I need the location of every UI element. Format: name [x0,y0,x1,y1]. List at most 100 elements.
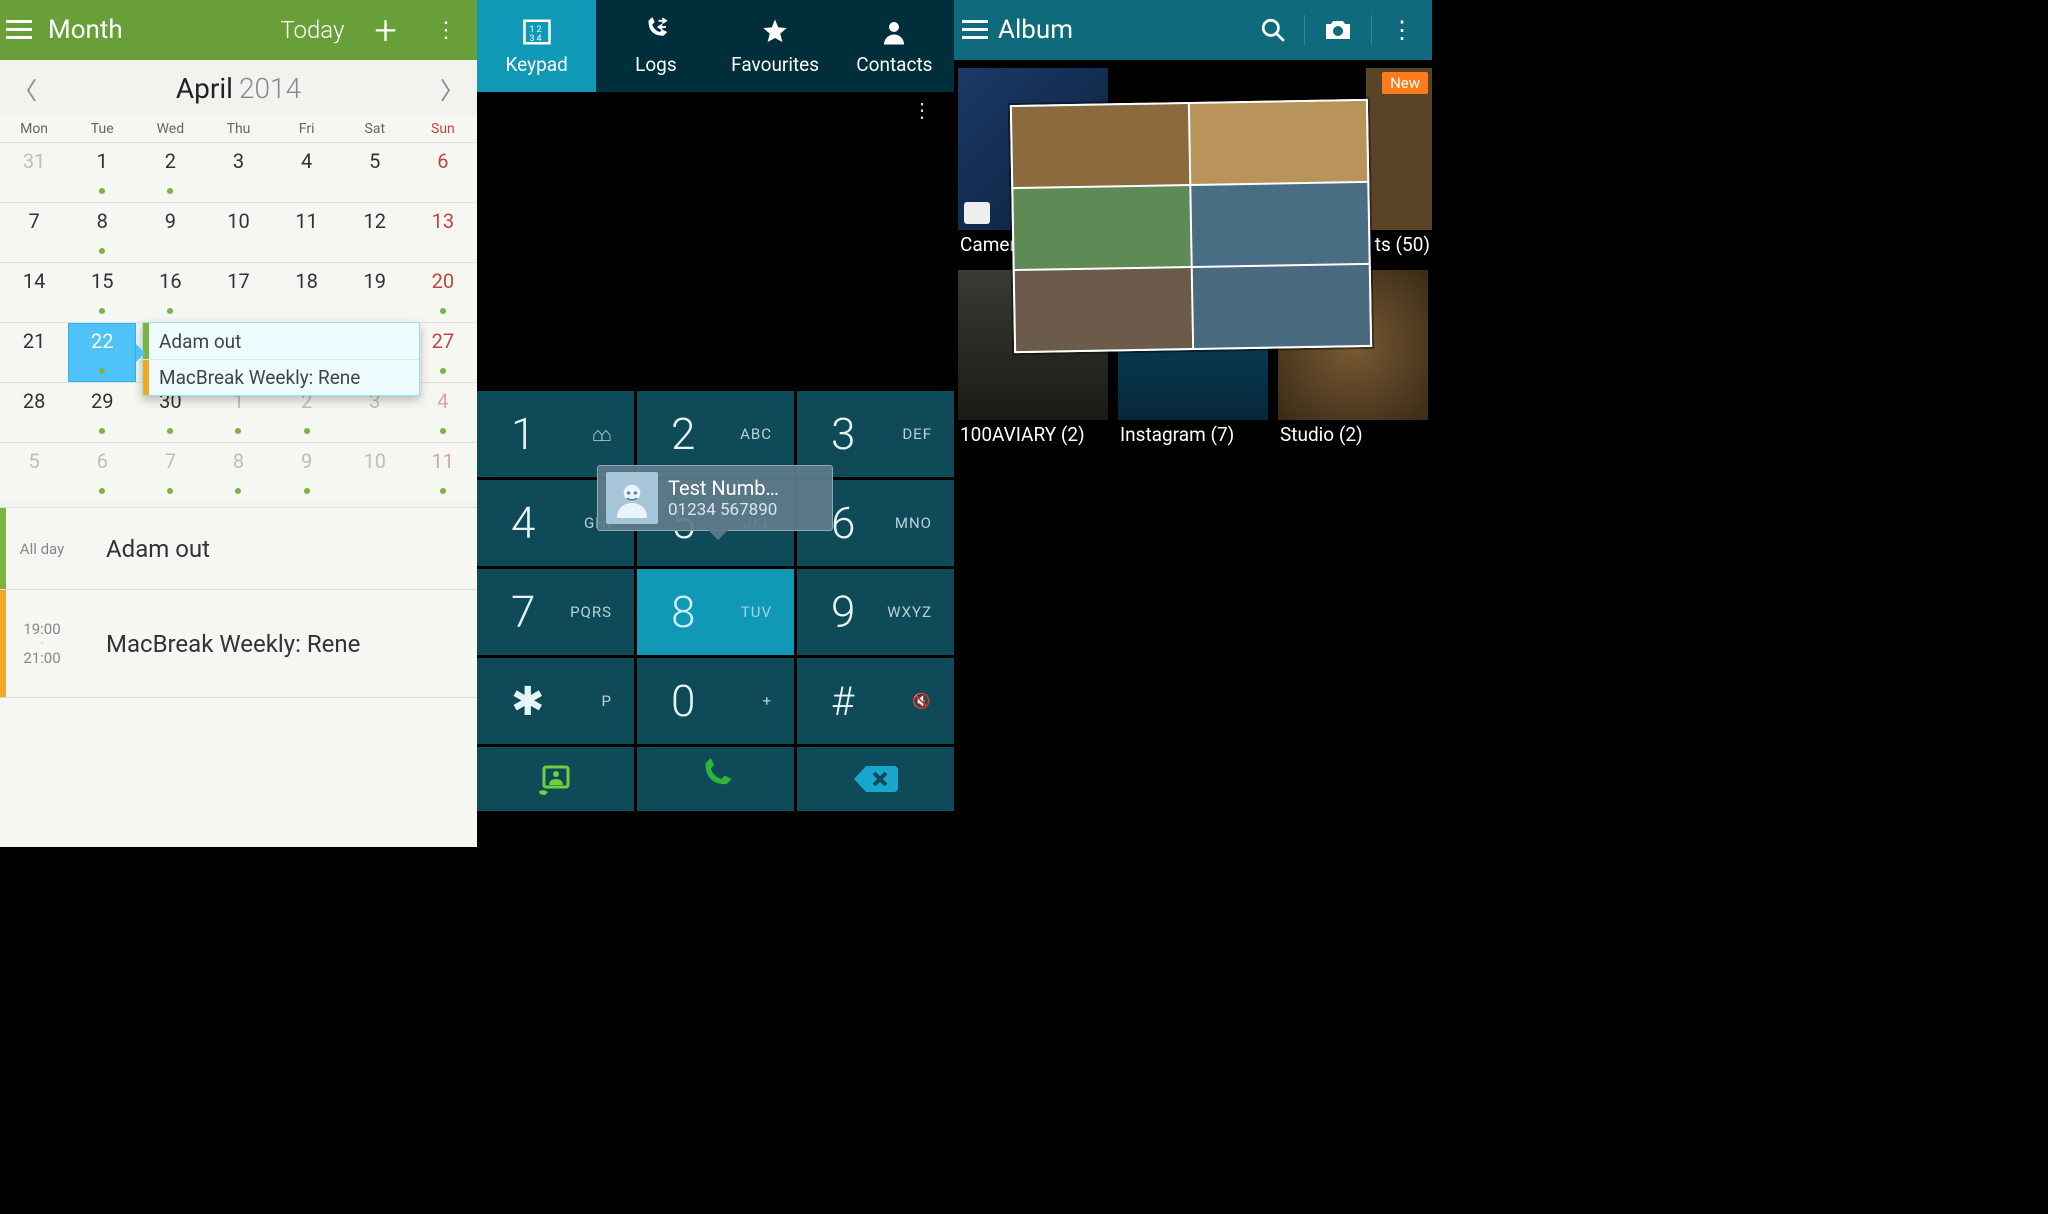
call-button[interactable] [637,747,794,811]
calendar-day[interactable]: 19 [341,262,409,322]
calendar-day[interactable]: 12 [341,202,409,262]
calendar-day[interactable]: 20 [409,262,477,322]
add-event-button[interactable]: + [362,7,409,54]
calendar-day[interactable]: 9 [136,202,204,262]
calendar-day[interactable]: 6 [68,442,136,502]
calendar-day[interactable]: 5 [341,142,409,202]
day-of-week-row: MonTueWedThuFriSatSun [0,116,477,142]
backspace-button[interactable] [797,747,954,811]
camera-icon [1323,18,1353,42]
album-preview-stack[interactable] [1010,99,1372,353]
menu-icon[interactable] [954,20,998,40]
popup-event[interactable]: MacBreak Weekly: Rene [143,359,419,395]
album-label: 100AVIARY (2) [960,423,1085,446]
dow-label: Wed [136,116,204,142]
today-button[interactable]: Today [280,16,344,44]
overflow-menu-icon[interactable]: ⋮ [1372,16,1432,44]
calendar-day[interactable]: 8 [68,202,136,262]
menu-icon[interactable] [6,20,38,40]
dial-key-8[interactable]: 8TUV [637,569,794,655]
calendar-day[interactable]: 17 [204,262,272,322]
search-icon [1260,17,1286,43]
calendar-day[interactable]: 9 [273,442,341,502]
dial-keypad: 1⌂⌂2ABC3DEF4GHI5JKL6MNO7PQRS8TUV9WXYZ✱P0… [477,391,954,744]
year-label: 2014 [239,72,301,105]
calendar-header: Month Today + ⋮ [0,0,477,60]
calendar-day[interactable]: 13 [409,202,477,262]
dial-key-#[interactable]: #🔇 [797,658,954,744]
popup-event[interactable]: Adam out [143,323,419,359]
album-screenshots[interactable]: New ts (50) [1366,68,1432,230]
calendar-day[interactable]: 10 [204,202,272,262]
dialer-tabs: 1 23 4 Keypad Logs Favourites Contacts [477,0,954,92]
calendar-day[interactable]: 22 [68,322,136,382]
calendar-view-label[interactable]: Month [48,15,123,45]
calendar-day[interactable]: 2 [136,142,204,202]
tab-logs[interactable]: Logs [596,0,715,92]
dial-key-0[interactable]: 0+ [637,658,794,744]
dow-label: Tue [68,116,136,142]
agenda-list: All day Adam out 19:00-21:00 MacBreak We… [0,507,477,847]
keypad-icon: 1 23 4 [522,17,552,47]
suggestion-phone: 01234 567890 [668,500,779,520]
day-events-popup[interactable]: Adam out MacBreak Weekly: Rene [142,322,420,396]
new-badge: New [1382,72,1428,94]
phone-icon [695,758,737,800]
event-title: MacBreak Weekly: Rene [78,590,477,697]
agenda-item[interactable]: All day Adam out [0,508,477,590]
dial-key-9[interactable]: 9WXYZ [797,569,954,655]
star-icon [760,17,790,47]
calendar-day[interactable]: 14 [0,262,68,322]
album-label: ts (50) [1375,233,1430,256]
next-month-button[interactable]: 〉 [427,60,477,116]
event-time: 19:00-21:00 [6,590,78,697]
tab-favourites[interactable]: Favourites [716,0,835,92]
dow-label: Thu [204,116,272,142]
calendar-day[interactable]: 29 [68,382,136,442]
album-label: Studio (2) [1280,423,1363,446]
gallery-title[interactable]: Album [998,15,1073,45]
calendar-day[interactable]: 11 [273,202,341,262]
calendar-day[interactable]: 21 [0,322,68,382]
calendar-day[interactable]: 11 [409,442,477,502]
calendar-day[interactable]: 31 [0,142,68,202]
calendar-day[interactable]: 28 [0,382,68,442]
video-call-button[interactable] [477,747,634,811]
prev-month-button[interactable]: 〈 [0,60,50,116]
search-button[interactable] [1242,17,1304,43]
video-call-icon [536,763,576,795]
event-title: Adam out [78,508,477,589]
calendar-day[interactable]: 7 [0,202,68,262]
calendar-day[interactable]: 6 [409,142,477,202]
tab-keypad[interactable]: 1 23 4 Keypad [477,0,596,92]
overflow-menu-icon[interactable]: ⋮ [417,18,477,43]
calendar-day[interactable]: 4 [273,142,341,202]
calendar-day[interactable]: 7 [136,442,204,502]
camera-button[interactable] [1305,18,1371,42]
voicemail-icon: ⌂⌂ [592,422,608,447]
calendar-day[interactable]: 10 [341,442,409,502]
contact-suggestion-tooltip[interactable]: Test Numb… 01234 567890 [597,465,833,531]
dial-key-7[interactable]: 7PQRS [477,569,634,655]
event-time: All day [6,508,78,589]
camera-badge-icon [964,202,990,224]
calendar-day[interactable]: 15 [68,262,136,322]
dialer-submenu[interactable]: ⋮ [477,92,954,128]
tab-contacts[interactable]: Contacts [835,0,954,92]
calendar-day[interactable]: 18 [273,262,341,322]
album-grid: Camera 100AVIARY (2) Instagram (7) Studi… [954,60,1432,460]
svg-text:3 4: 3 4 [529,33,541,43]
dial-action-row [477,747,954,811]
mute-icon: 🔇 [912,692,932,710]
dow-label: Sun [409,116,477,142]
gallery-header: Album ⋮ [954,0,1432,60]
dial-key-✱[interactable]: ✱P [477,658,634,744]
calendar-day[interactable]: 5 [0,442,68,502]
calendar-day[interactable]: 3 [204,142,272,202]
avatar-icon [606,472,658,524]
calendar-day[interactable]: 1 [68,142,136,202]
dow-label: Fri [273,116,341,142]
agenda-item[interactable]: 19:00-21:00 MacBreak Weekly: Rene [0,590,477,698]
calendar-day[interactable]: 16 [136,262,204,322]
calendar-day[interactable]: 8 [204,442,272,502]
